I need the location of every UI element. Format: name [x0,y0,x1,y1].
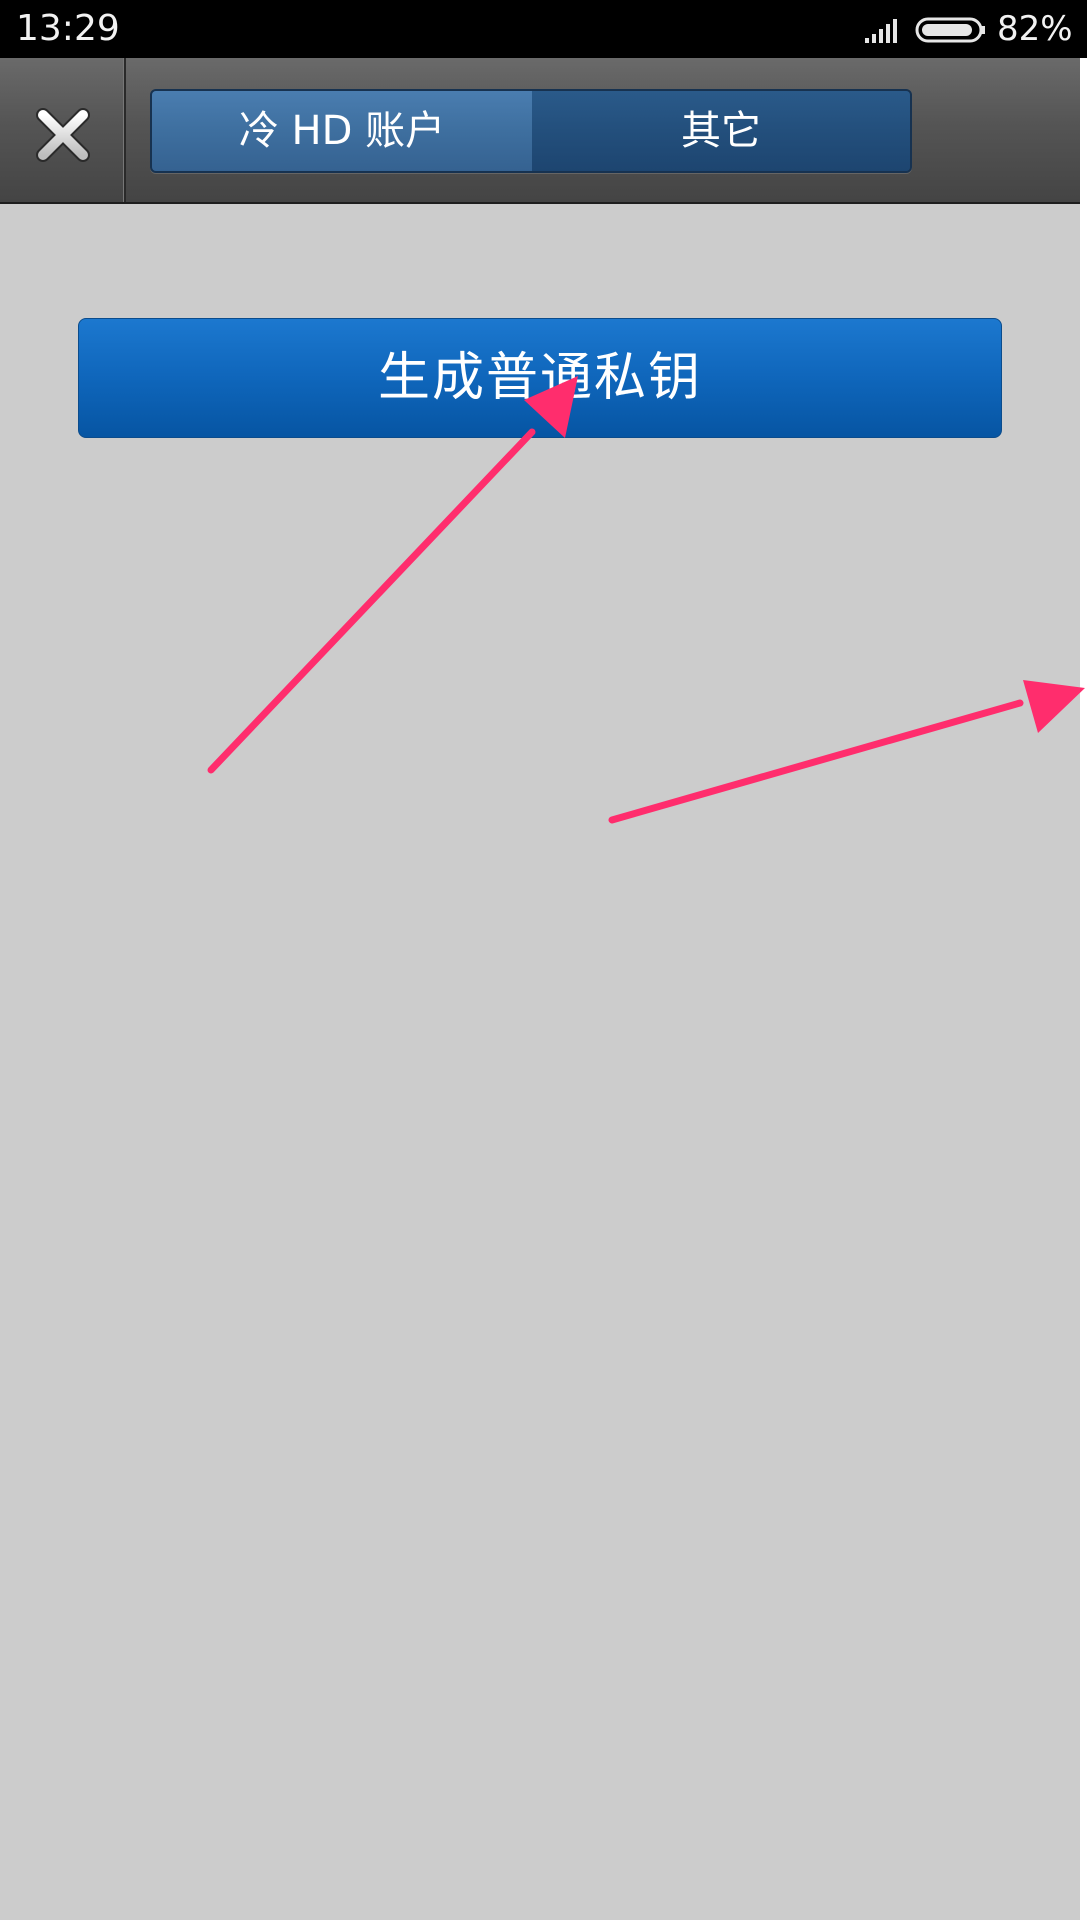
generate-private-key-button[interactable]: 生成普通私钥 [78,318,1002,438]
tab-other[interactable]: 其它 [532,91,910,171]
screen-edge-strip [1080,58,1087,1920]
app-content: 冷 HD 账户 其它 生成普通私钥 [0,58,1080,1920]
account-type-tabs: 冷 HD 账户 其它 [150,89,912,173]
battery-percentage: 82% [997,9,1073,49]
close-button[interactable] [0,58,126,202]
tab-cold-hd-account[interactable]: 冷 HD 账户 [152,91,532,171]
close-icon [36,108,90,162]
signal-bars-icon [865,19,897,43]
top-toolbar: 冷 HD 账户 其它 [0,58,1080,204]
status-indicators: 82% [857,0,1087,58]
status-bar: 13:29 82% [0,0,1087,58]
status-time: 13:29 [16,8,120,49]
battery-icon [915,17,985,43]
